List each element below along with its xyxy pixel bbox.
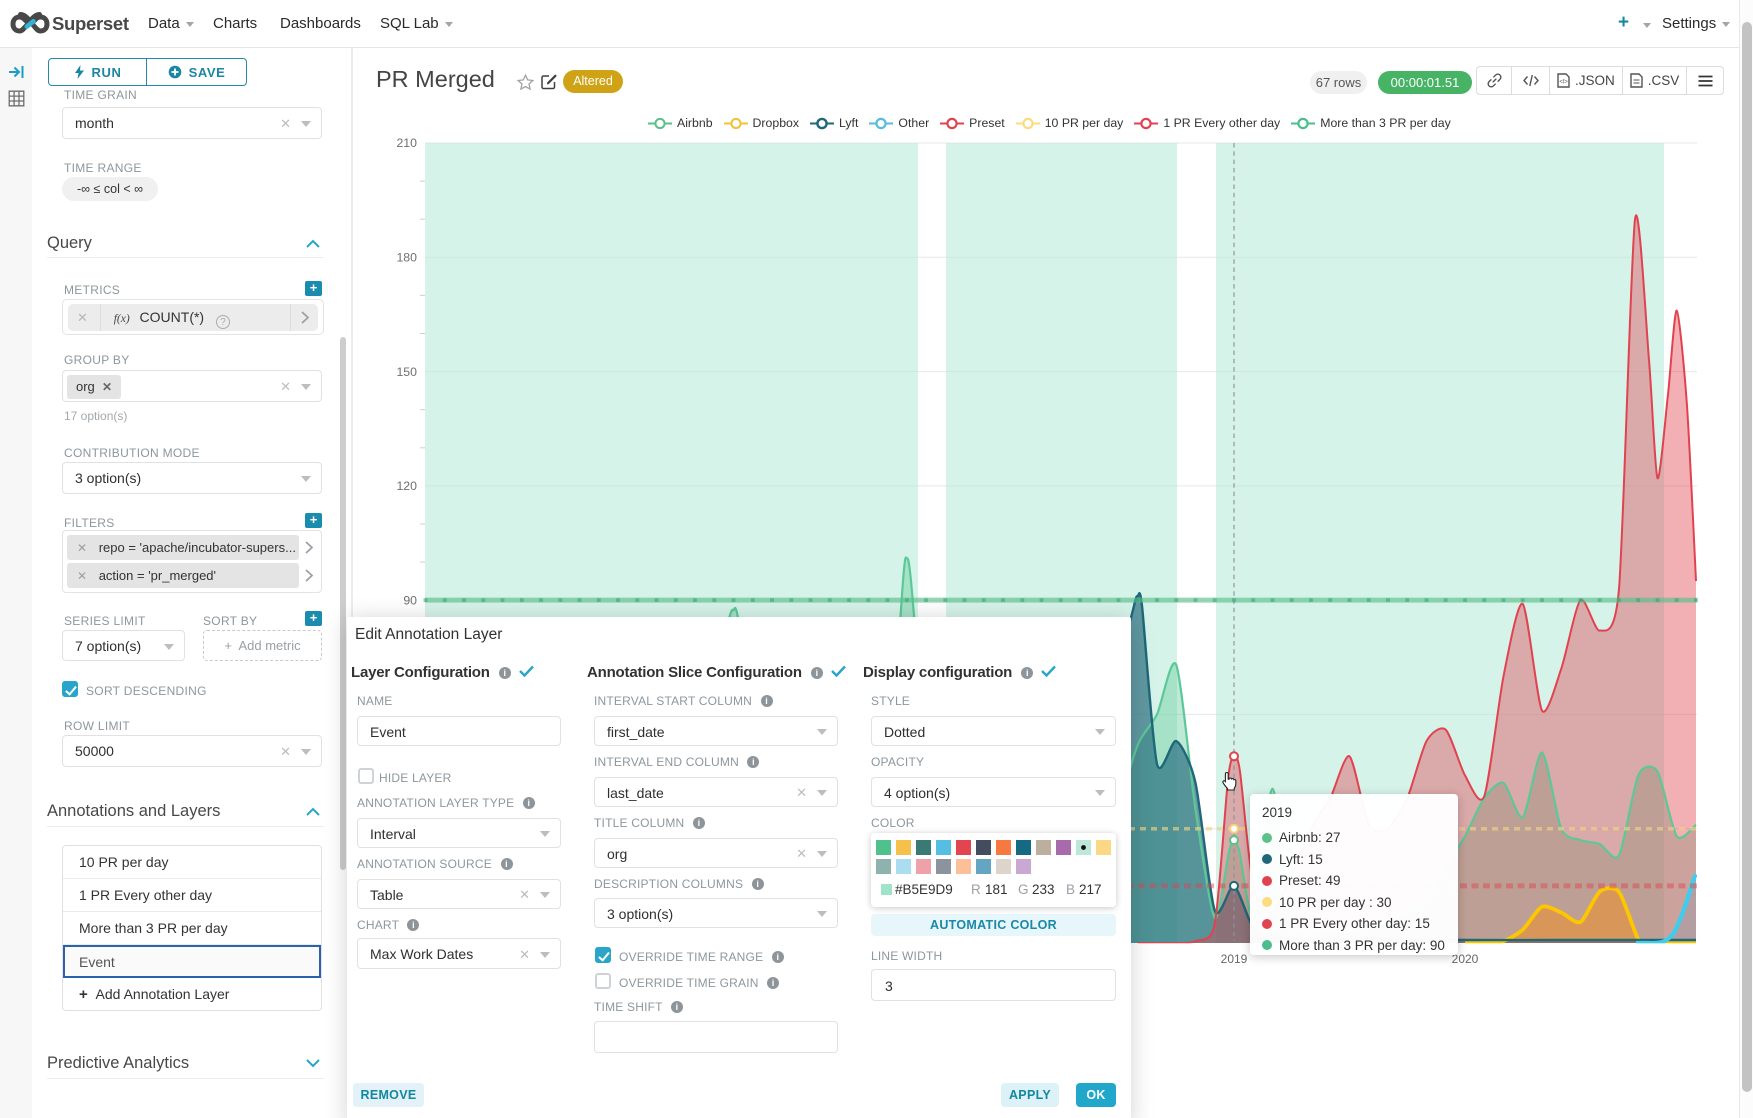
svg-text:90: 90 xyxy=(403,593,417,607)
svg-text:150: 150 xyxy=(396,365,417,379)
svg-text:181: 181 xyxy=(985,882,1008,897)
svg-text:G: G xyxy=(1018,882,1029,897)
svg-text:210: 210 xyxy=(396,136,417,150)
svg-text:2019: 2019 xyxy=(1221,952,1248,966)
svg-text:#B5E9D9: #B5E9D9 xyxy=(895,882,953,897)
svg-text:120: 120 xyxy=(396,479,417,493)
svg-text:B: B xyxy=(1066,882,1075,897)
svg-text:<ſ>: <ſ> xyxy=(1559,80,1568,86)
svg-text:233: 233 xyxy=(1032,882,1055,897)
svg-text:217: 217 xyxy=(1079,882,1102,897)
svg-text:180: 180 xyxy=(396,251,417,265)
svg-text:R: R xyxy=(971,882,981,897)
